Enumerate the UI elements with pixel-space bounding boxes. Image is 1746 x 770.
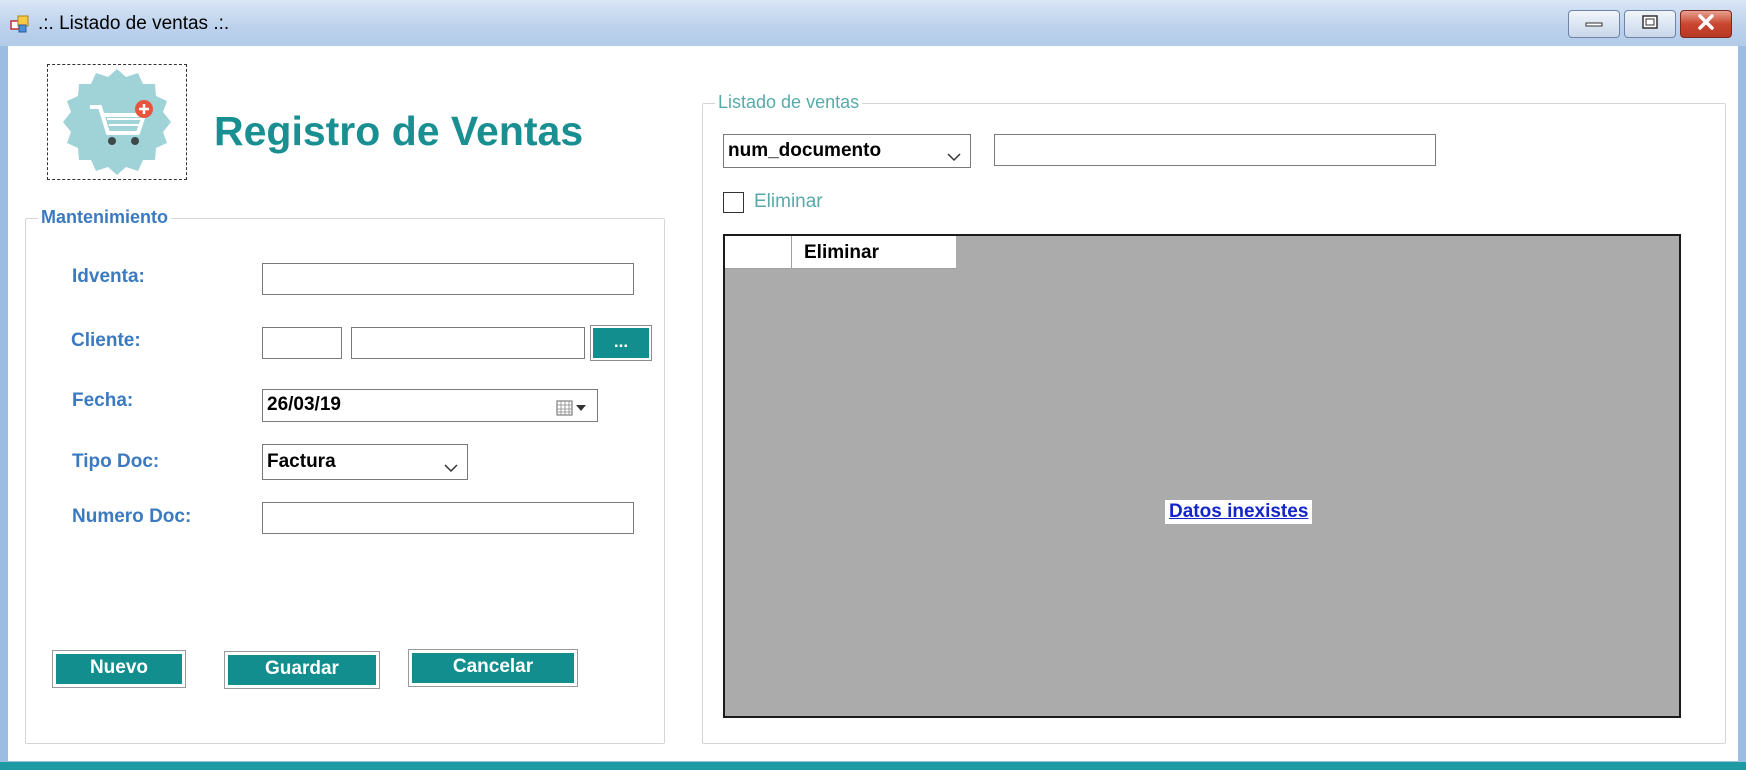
tipo-doc-value: Factura [267,451,336,472]
fecha-value: 26/03/19 [267,394,341,415]
cliente-id-input[interactable] [262,327,342,359]
tipo-doc-label: Tipo Doc: [72,451,160,472]
fecha-date-picker[interactable]: 26/03/19 [262,389,598,422]
mantenimiento-legend: Mantenimiento [38,207,172,228]
buscar-cliente-label: ... [593,328,649,358]
empty-data-link[interactable]: Datos inexistes [1165,500,1313,524]
fecha-label: Fecha: [72,390,134,411]
minimize-button[interactable] [1568,10,1620,38]
app-window: .:. Listado de ventas .:. Registro de Ve… [0,0,1746,770]
tipo-doc-select[interactable]: Factura [262,444,468,480]
numero-doc-input[interactable] [262,502,634,534]
cancelar-button[interactable]: Cancelar [408,649,578,687]
guardar-label: Guardar [228,655,376,685]
cliente-name-input[interactable] [351,327,585,359]
ventas-grid[interactable]: Eliminar Datos inexistes [723,234,1681,718]
window-title: .:. Listado de ventas .:. [38,13,230,34]
logo-frame [47,64,187,180]
numero-doc-label: Numero Doc: [72,506,192,527]
title-bar[interactable]: .:. Listado de ventas .:. [0,0,1746,46]
calendar-icon[interactable] [555,397,589,416]
bottom-edge [0,762,1746,770]
filter-field-value: num_documento [728,140,882,161]
shopping-cart-icon [52,67,182,182]
buscar-cliente-button[interactable]: ... [590,325,652,361]
eliminar-checkbox[interactable] [723,192,744,213]
app-icon [10,14,30,34]
grid-column-header-eliminar[interactable]: Eliminar [792,236,956,269]
minimize-icon [1584,15,1604,33]
listado-legend: Listado de ventas [715,92,863,113]
close-button[interactable] [1680,10,1732,38]
cliente-label: Cliente: [71,330,141,351]
eliminar-checkbox-label[interactable]: Eliminar [754,191,823,213]
restore-icon [1640,14,1660,35]
guardar-button[interactable]: Guardar [224,651,380,689]
filter-field-select[interactable]: num_documento [723,134,971,168]
grid-row-header-corner[interactable] [725,236,792,269]
chevron-down-icon [946,144,962,162]
nuevo-label: Nuevo [56,654,182,684]
cancelar-label: Cancelar [412,653,574,683]
form-client-area: Registro de Ventas Mantenimiento Idventa… [8,46,1738,761]
idventa-input[interactable] [262,263,634,295]
search-input[interactable] [994,134,1436,166]
close-icon [1695,13,1717,36]
nuevo-button[interactable]: Nuevo [52,650,186,688]
maximize-button[interactable] [1624,10,1676,38]
idventa-label: Idventa: [72,266,145,287]
page-title: Registro de Ventas [214,108,584,154]
chevron-down-icon [443,454,459,473]
